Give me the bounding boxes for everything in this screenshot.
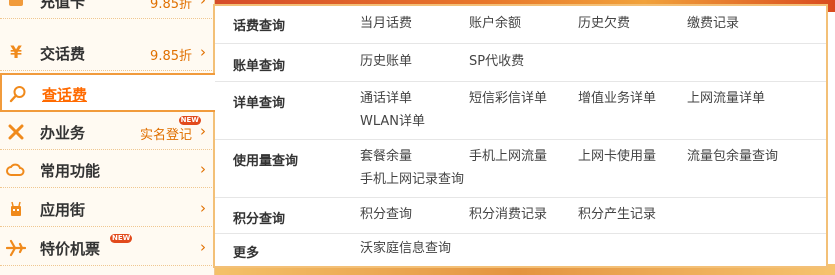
row-title: 账单查询 — [233, 59, 286, 74]
row-title: 更多 — [233, 246, 260, 261]
discount-text: 9.85折 — [150, 49, 192, 64]
chevron-right-icon: › — [200, 199, 206, 217]
cloud-icon — [6, 160, 26, 180]
link-points-balance[interactable]: 积分查询 — [360, 204, 469, 226]
menu-item-label: 办业务 — [40, 124, 86, 142]
plane-icon — [6, 238, 26, 258]
chevron-right-icon: › — [200, 238, 206, 256]
menu-item-pay-bill[interactable]: ¥ 交话费 9.85折 › — [0, 34, 214, 71]
menu-item-discount-flights[interactable]: 特价机票 NEW › — [0, 229, 214, 266]
link-sp-charges[interactable]: SP代收费 — [469, 51, 578, 73]
row-title: 使用量查询 — [233, 154, 299, 169]
robot-icon — [6, 199, 26, 219]
row-title: 话费查询 — [233, 19, 286, 34]
row-more: 更多 沃家庭信息查询 — [215, 234, 826, 266]
link-datacard-usage[interactable]: 上网卡使用量 — [578, 146, 687, 168]
search-icon — [8, 84, 28, 104]
row-usage-query: 使用量查询 套餐余量 手机上网流量 上网卡使用量 流量包余量查询手机上网记录查询 — [215, 140, 826, 198]
link-package-remaining[interactable]: 套餐余量 — [360, 146, 469, 168]
yuan-icon: ¥ — [10, 43, 22, 63]
menu-item-label: 常用功能 — [40, 162, 101, 180]
link-points-earning[interactable]: 积分产生记录 — [578, 204, 687, 226]
link-mobile-data-usage[interactable]: 手机上网流量 — [469, 146, 578, 168]
realname-register-link[interactable]: 实名登记 — [140, 124, 192, 143]
link-points-spending[interactable]: 积分消费记录 — [469, 204, 578, 226]
link-mobile-internet-records[interactable]: 手机上网记录查询 — [360, 169, 469, 191]
chevron-right-icon: › — [200, 43, 206, 61]
link-current-month-bill[interactable]: 当月话费 — [360, 13, 469, 35]
menu-item-business[interactable]: 办业务 实名登记 NEW › — [0, 113, 214, 150]
row-points-query: 积分查询 积分查询 积分消费记录 积分产生记录 — [215, 198, 826, 234]
link-historical-statements[interactable]: 历史账单 — [360, 51, 469, 73]
row-bill-query: 话费查询 当月话费 账户余额 历史欠费 缴费记录 — [215, 6, 826, 44]
discount-text: 9.85折 — [150, 0, 192, 12]
link-data-pack-remaining[interactable]: 流量包余量查询 — [687, 146, 796, 168]
new-badge: NEW — [178, 116, 201, 125]
link-payment-records[interactable]: 缴费记录 — [687, 13, 796, 35]
link-sms-mms-details[interactable]: 短信彩信详单 — [469, 88, 578, 110]
menu-item-label: 查话费 — [42, 86, 88, 104]
card-icon — [6, 0, 26, 11]
chevron-right-icon: › — [200, 0, 206, 9]
left-menu: 充值卡 9.85折 › ¥ 交话费 9.85折 › 查话费 办业务 实名登记 N… — [0, 0, 215, 275]
menu-item-check-bill[interactable]: 查话费 — [0, 73, 215, 112]
row-statement-query: 账单查询 历史账单 SP代收费 — [215, 44, 826, 82]
row-detail-query: 详单查询 通话详单 短信彩信详单 增值业务详单 上网流量详单 WLAN详单 — [215, 82, 826, 140]
row-title: 积分查询 — [233, 212, 286, 227]
menu-item-app-street[interactable]: 应用街 › — [0, 190, 214, 227]
menu-item-label: 充值卡 — [40, 0, 86, 11]
chevron-right-icon: › — [200, 122, 206, 140]
link-historical-arrears[interactable]: 历史欠费 — [578, 13, 687, 35]
menu-item-label: 交话费 — [40, 45, 86, 63]
link-wlan-details[interactable]: WLAN详单 — [360, 111, 469, 133]
link-family-info-query[interactable]: 沃家庭信息查询 — [360, 238, 469, 260]
menu-item-label: 应用街 — [40, 201, 86, 219]
menu-item-common-functions[interactable]: 常用功能 › — [0, 151, 214, 188]
new-badge: NEW — [110, 234, 133, 243]
tools-icon — [6, 122, 26, 142]
chevron-right-icon: › — [200, 160, 206, 178]
link-account-balance[interactable]: 账户余额 — [469, 13, 578, 35]
menu-item-recharge-card[interactable]: 充值卡 9.85折 › — [0, 0, 214, 19]
bill-query-popup: 话费查询 当月话费 账户余额 历史欠费 缴费记录 账单查询 历史账单 SP代收费 详单查… — [213, 4, 828, 268]
row-title: 详单查询 — [233, 96, 286, 111]
link-call-details[interactable]: 通话详单 — [360, 88, 469, 110]
link-data-usage-details[interactable]: 上网流量详单 — [687, 88, 796, 110]
menu-item-label: 特价机票 — [40, 240, 101, 258]
link-value-added-details[interactable]: 增值业务详单 — [578, 88, 687, 110]
